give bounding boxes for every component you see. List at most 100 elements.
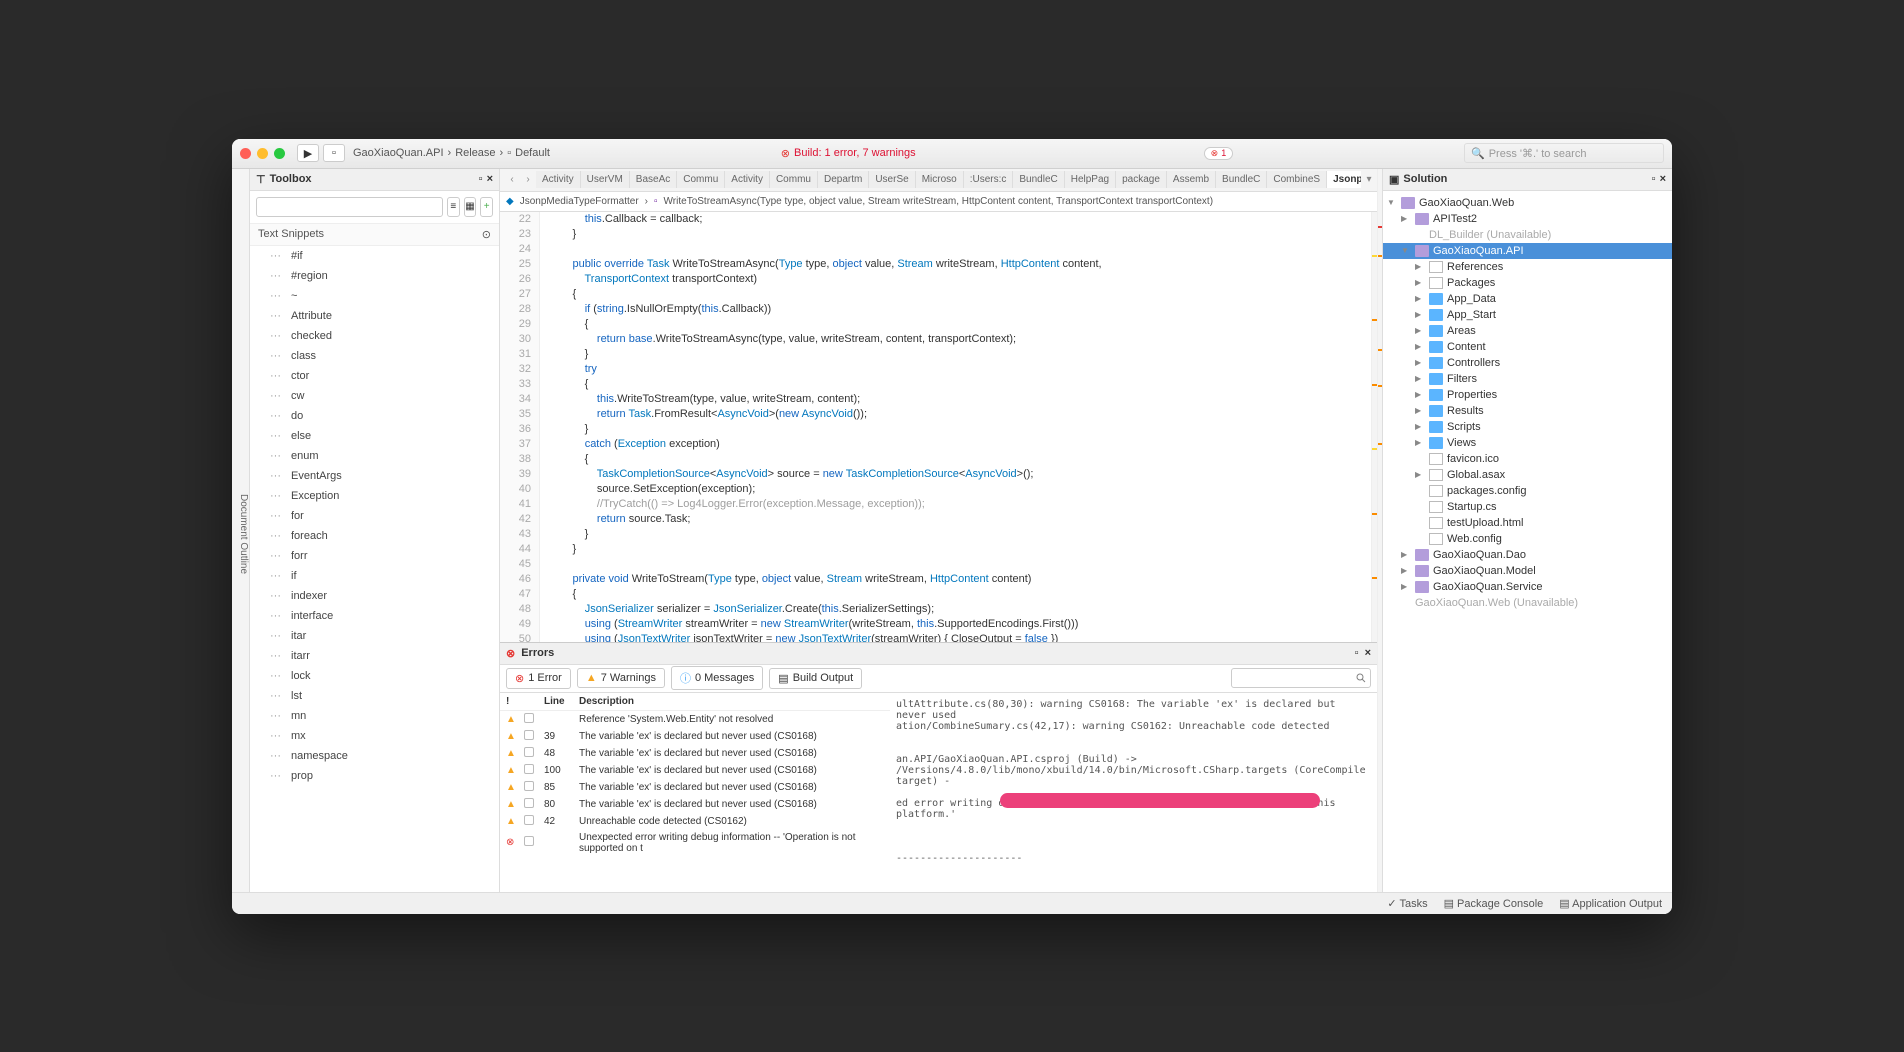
global-search[interactable]: 🔍 Press '⌘.' to search (1464, 143, 1664, 163)
tree-node[interactable]: testUpload.html (1383, 515, 1672, 531)
filter-errors-button[interactable]: ⊗1 Error (506, 668, 571, 689)
errors-search-input[interactable] (1231, 668, 1371, 688)
snippet-item[interactable]: ctor (250, 366, 499, 386)
snippet-item[interactable]: cw (250, 386, 499, 406)
config-button[interactable]: ▫ (323, 144, 345, 162)
add-button[interactable]: + (480, 197, 493, 217)
snippet-item[interactable]: forr (250, 546, 499, 566)
code-editor[interactable]: 2223242526272829303132333435363738394041… (500, 212, 1371, 642)
editor-tab[interactable]: BaseAc (630, 171, 677, 188)
snippet-item[interactable]: indexer (250, 586, 499, 606)
snippet-item[interactable]: interface (250, 606, 499, 626)
tree-node[interactable]: ▶Areas (1383, 323, 1672, 339)
tree-node[interactable]: ▶Content (1383, 339, 1672, 355)
tree-node[interactable]: ▼GaoXiaoQuan.API (1383, 243, 1672, 259)
panel-minimize-icon[interactable]: ▫ (479, 173, 483, 185)
snippet-item[interactable]: do (250, 406, 499, 426)
maximize-icon[interactable] (274, 148, 285, 159)
tree-node[interactable]: packages.config (1383, 483, 1672, 499)
editor-tab[interactable]: package (1116, 171, 1167, 188)
error-row[interactable]: ▲100The variable 'ex' is declared but ne… (500, 762, 890, 779)
snippet-item[interactable]: ~ (250, 286, 499, 306)
filter-warnings-button[interactable]: ▲7 Warnings (577, 668, 665, 688)
tree-node[interactable]: ▶Results (1383, 403, 1672, 419)
filter-messages-button[interactable]: ⓘ0 Messages (671, 666, 763, 690)
snippet-item[interactable]: enum (250, 446, 499, 466)
package-console-button[interactable]: ▤ Package Console (1444, 897, 1544, 910)
tree-node[interactable]: ▶Controllers (1383, 355, 1672, 371)
view-grid-button[interactable]: ▦ (464, 197, 477, 217)
collapse-icon[interactable]: ⊙ (482, 228, 491, 241)
editor-tab[interactable]: Microso (916, 171, 964, 188)
snippet-item[interactable]: Exception (250, 486, 499, 506)
snippet-item[interactable]: foreach (250, 526, 499, 546)
panel-close-icon[interactable]: × (1660, 173, 1666, 185)
snippets-section[interactable]: Text Snippets ⊙ (250, 224, 499, 246)
snippet-item[interactable]: lock (250, 666, 499, 686)
toolbox-search-input[interactable] (256, 197, 443, 217)
tree-node[interactable]: ▶Views (1383, 435, 1672, 451)
editor-tab[interactable]: UserSe (869, 171, 915, 188)
tab-overflow-icon[interactable]: ▾ (1361, 172, 1377, 188)
snippet-item[interactable]: itarr (250, 646, 499, 666)
nav-back-icon[interactable]: ‹ (504, 172, 520, 188)
editor-tab[interactable]: :Users:c (964, 171, 1014, 188)
build-log[interactable]: ultAttribute.cs(80,30): warning CS0168: … (890, 693, 1377, 892)
tree-node[interactable]: ▶GaoXiaoQuan.Dao (1383, 547, 1672, 563)
snippet-item[interactable]: Attribute (250, 306, 499, 326)
error-row[interactable]: ▲80The variable 'ex' is declared but nev… (500, 796, 890, 813)
editor-tab[interactable]: Commu (770, 171, 818, 188)
snippet-item[interactable]: prop (250, 766, 499, 786)
editor-tab[interactable]: BundleC (1216, 171, 1267, 188)
run-button[interactable]: ▶ (297, 144, 319, 162)
editor-tab[interactable]: Assemb (1167, 171, 1216, 188)
snippet-item[interactable]: lst (250, 686, 499, 706)
snippet-item[interactable]: class (250, 346, 499, 366)
error-row[interactable]: ▲42Unreachable code detected (CS0162) (500, 813, 890, 830)
close-icon[interactable] (240, 148, 251, 159)
snippet-item[interactable]: for (250, 506, 499, 526)
tree-node[interactable]: GaoXiaoQuan.Web (Unavailable) (1383, 595, 1672, 611)
tree-node[interactable]: ▶App_Data (1383, 291, 1672, 307)
editor-tab[interactable]: Commu (677, 171, 725, 188)
snippet-item[interactable]: checked (250, 326, 499, 346)
tree-node[interactable]: ▶Scripts (1383, 419, 1672, 435)
tree-node[interactable]: ▶GaoXiaoQuan.Model (1383, 563, 1672, 579)
panel-minimize-icon[interactable]: ▫ (1355, 647, 1359, 659)
snippet-item[interactable]: mn (250, 706, 499, 726)
snippet-item[interactable]: itar (250, 626, 499, 646)
tree-node[interactable]: ▶Filters (1383, 371, 1672, 387)
tree-node[interactable]: DL_Builder (Unavailable) (1383, 227, 1672, 243)
build-output-button[interactable]: ▤Build Output (769, 668, 862, 689)
member-breadcrumb[interactable]: ◆JsonpMediaTypeFormatter › ▫WriteToStrea… (500, 192, 1377, 212)
error-row[interactable]: ▲Reference 'System.Web.Entity' not resol… (500, 711, 890, 728)
editor-tab[interactable]: CombineS (1267, 171, 1327, 188)
tree-node[interactable]: Startup.cs (1383, 499, 1672, 515)
snippet-item[interactable]: #if (250, 246, 499, 266)
error-row[interactable]: ▲39The variable 'ex' is declared but nev… (500, 728, 890, 745)
panel-close-icon[interactable]: × (487, 173, 493, 185)
snippet-item[interactable]: namespace (250, 746, 499, 766)
editor-tab[interactable]: Activity (725, 171, 770, 188)
tree-node[interactable]: ▶Global.asax (1383, 467, 1672, 483)
view-list-button[interactable]: ≡ (447, 197, 460, 217)
error-row[interactable]: ▲48The variable 'ex' is declared but nev… (500, 745, 890, 762)
tree-node[interactable]: ▶Packages (1383, 275, 1672, 291)
doc-outline-tab[interactable]: Document Outline (238, 494, 249, 574)
tasks-button[interactable]: ✓ Tasks (1387, 897, 1427, 910)
snippet-item[interactable]: else (250, 426, 499, 446)
editor-tab[interactable]: Activity (536, 171, 581, 188)
tree-node[interactable]: favicon.ico (1383, 451, 1672, 467)
tree-node[interactable]: ▶GaoXiaoQuan.Service (1383, 579, 1672, 595)
run-config-breadcrumb[interactable]: GaoXiaoQuan.API› Release› ▫Default (353, 147, 550, 159)
snippet-item[interactable]: if (250, 566, 499, 586)
solution-root[interactable]: ▼ GaoXiaoQuan.Web (1383, 195, 1672, 211)
editor-tab[interactable]: UserVM (581, 171, 630, 188)
tree-node[interactable]: ▶References (1383, 259, 1672, 275)
editor-tab[interactable]: HelpPag (1065, 171, 1116, 188)
editor-tab[interactable]: Departm (818, 171, 869, 188)
error-row[interactable]: ⊗Unexpected error writing debug informat… (500, 830, 890, 856)
nav-fwd-icon[interactable]: › (520, 172, 536, 188)
editor-tab[interactable]: JsonpM (1327, 171, 1361, 188)
minimize-icon[interactable] (257, 148, 268, 159)
